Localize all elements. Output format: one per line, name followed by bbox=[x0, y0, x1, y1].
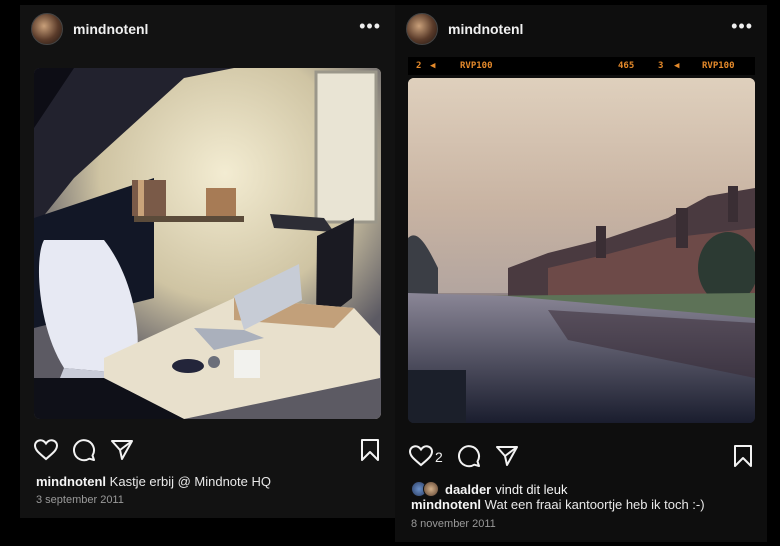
film-code-right: RVP100 bbox=[702, 61, 735, 71]
heart-icon[interactable] bbox=[408, 445, 434, 472]
avatar[interactable] bbox=[406, 13, 438, 45]
post-date[interactable]: 8 november 2011 bbox=[411, 518, 496, 530]
office-photo-image bbox=[34, 68, 381, 419]
caption-username[interactable]: mindnotenl bbox=[36, 474, 106, 489]
film-strip-header: 2 ◀ RVP100 465 3 ◀ RVP100 bbox=[408, 57, 755, 75]
film-arrow-icon: ◀ bbox=[430, 61, 436, 71]
heart-icon[interactable] bbox=[33, 439, 59, 466]
film-number: 465 bbox=[618, 61, 635, 71]
liked-by-row: daalder vindt dit leuk bbox=[411, 481, 568, 497]
post-photo[interactable] bbox=[408, 78, 755, 423]
film-arrow-icon: ◀ bbox=[674, 61, 680, 71]
post-date[interactable]: 3 september 2011 bbox=[36, 494, 124, 506]
caption-text: Wat een fraai kantoortje heb ik toch :-) bbox=[484, 497, 705, 512]
film-frame-right: 3 bbox=[658, 61, 664, 71]
post-photo[interactable] bbox=[34, 68, 381, 419]
comment-icon[interactable] bbox=[457, 444, 481, 473]
film-frame-left: 2 bbox=[416, 61, 422, 71]
post-caption: mindnotenl Kastje erbij @ Mindnote HQ bbox=[36, 474, 271, 489]
liked-by-text: vindt dit leuk bbox=[495, 481, 568, 497]
post-card-1: mindnotenl ••• mindnotenl Kastje erbij @… bbox=[20, 5, 395, 518]
share-icon[interactable] bbox=[110, 439, 134, 466]
film-code-left: RVP100 bbox=[460, 61, 493, 71]
post-caption: mindnotenl Wat een fraai kantoortje heb … bbox=[411, 497, 705, 512]
share-icon[interactable] bbox=[495, 445, 519, 472]
liked-by-username[interactable]: daalder bbox=[445, 482, 491, 497]
post-username[interactable]: mindnotenl bbox=[448, 21, 523, 37]
canal-photo-image bbox=[408, 78, 755, 423]
post-actions: 2 bbox=[395, 441, 767, 471]
bookmark-icon[interactable] bbox=[360, 439, 380, 466]
post-header: mindnotenl ••• bbox=[395, 5, 767, 53]
liker-avatar[interactable] bbox=[423, 481, 439, 497]
like-count[interactable]: 2 bbox=[435, 449, 443, 465]
post-header: mindnotenl ••• bbox=[20, 5, 395, 53]
post-card-2: mindnotenl ••• 2 ◀ RVP100 465 3 ◀ RVP100 bbox=[395, 5, 767, 542]
caption-username[interactable]: mindnotenl bbox=[411, 497, 481, 512]
post-username[interactable]: mindnotenl bbox=[73, 21, 148, 37]
more-options-icon[interactable]: ••• bbox=[731, 17, 753, 35]
more-options-icon[interactable]: ••• bbox=[359, 17, 381, 35]
avatar[interactable] bbox=[31, 13, 63, 45]
comment-icon[interactable] bbox=[72, 438, 96, 467]
bookmark-icon[interactable] bbox=[733, 445, 753, 472]
caption-text: Kastje erbij @ Mindnote HQ bbox=[109, 474, 271, 489]
post-actions bbox=[20, 437, 395, 467]
